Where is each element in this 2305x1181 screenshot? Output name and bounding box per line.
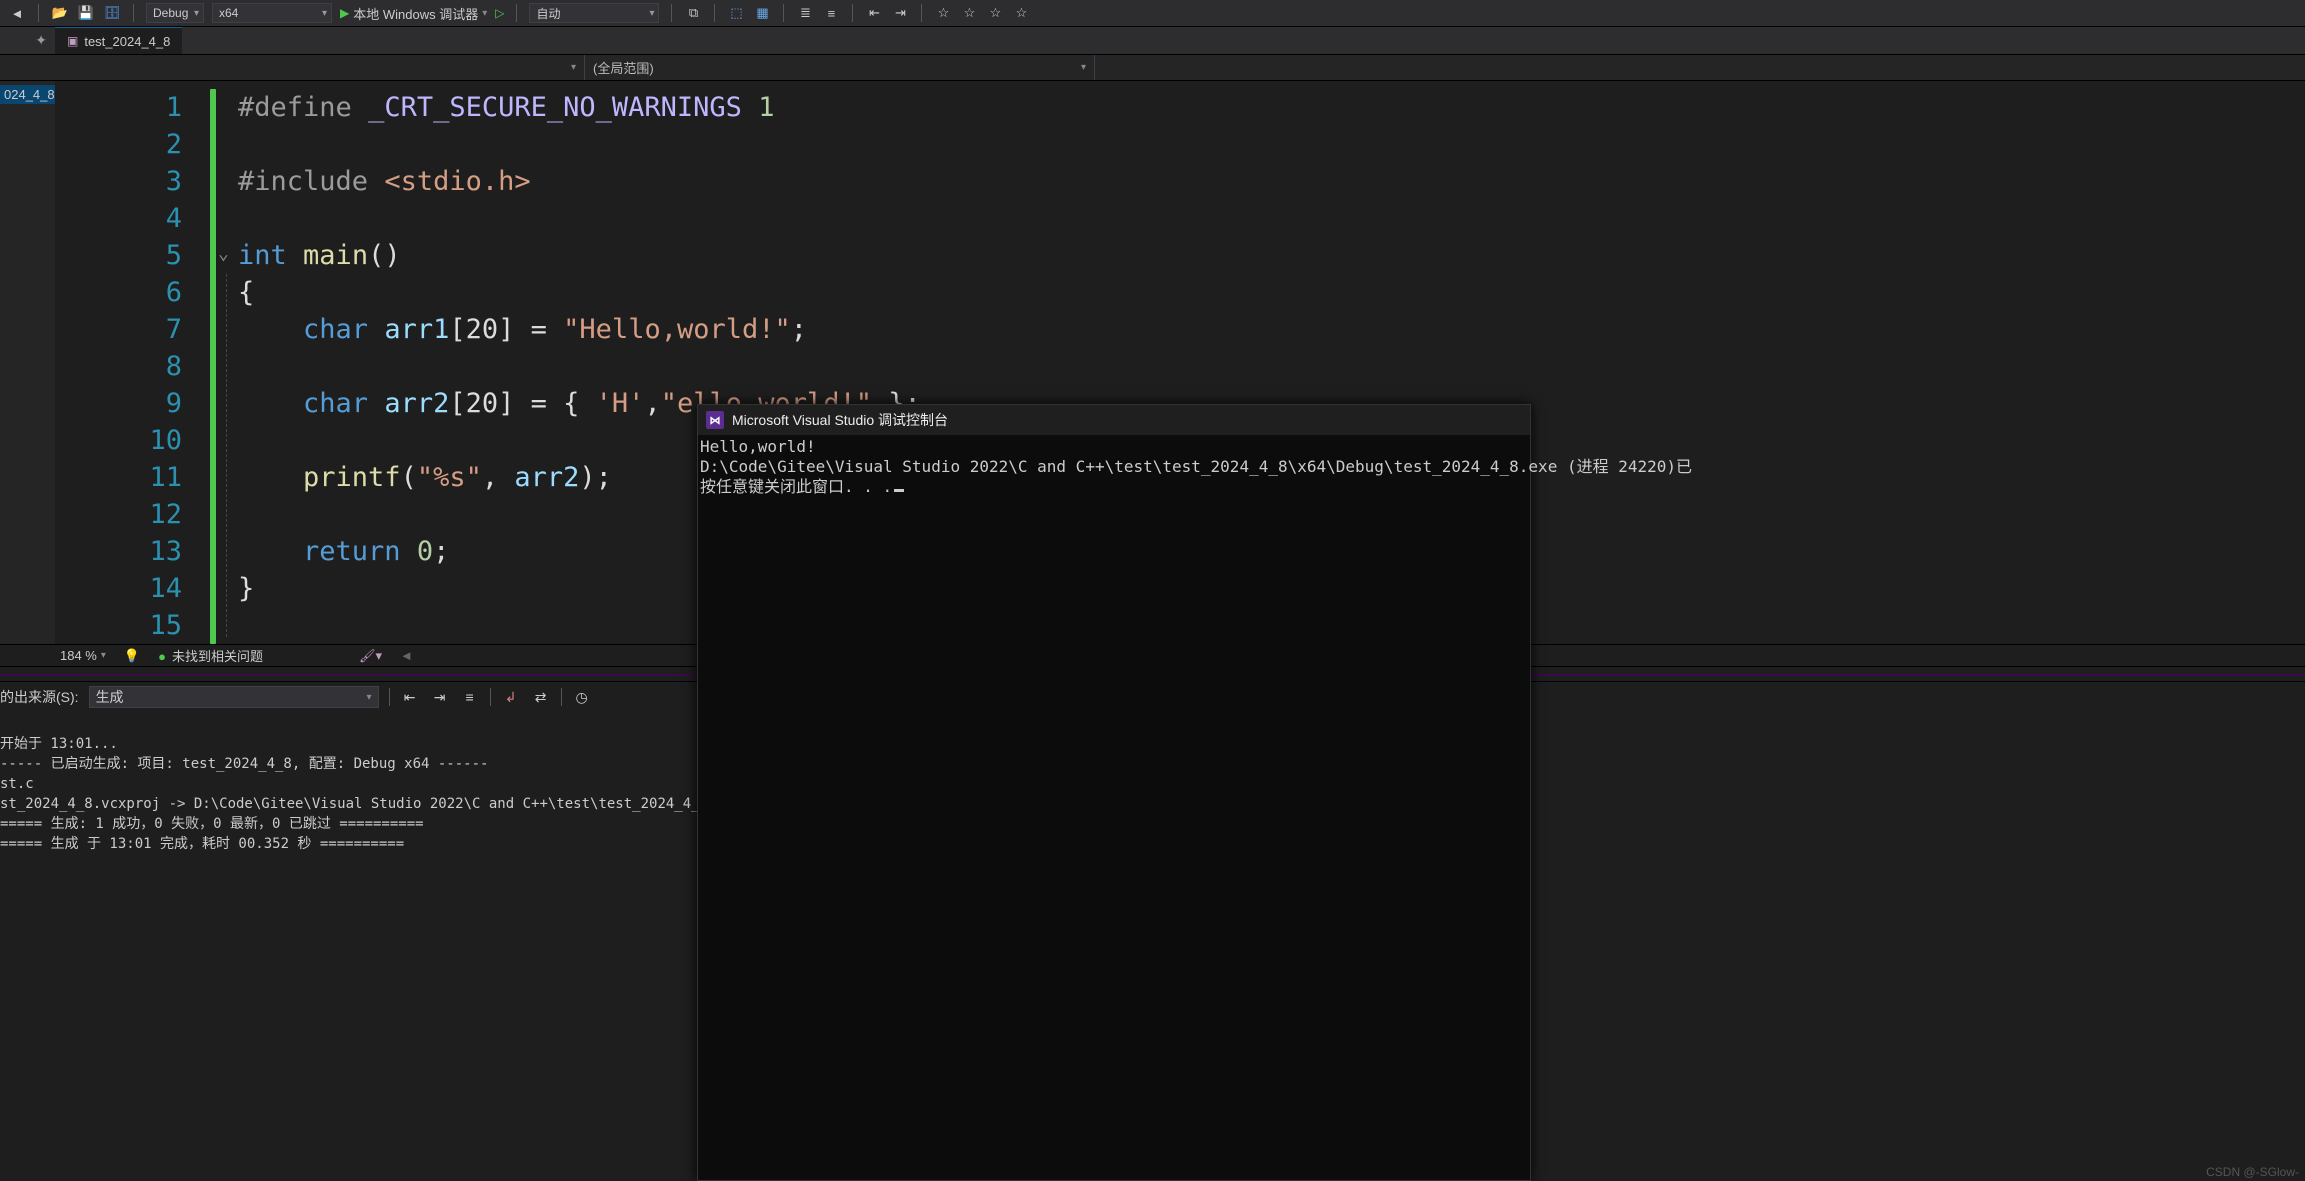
line-number-gutter: 123 456 789 101112 131415: [55, 81, 210, 644]
auto-value: 自动: [536, 5, 560, 22]
run-debugger-button[interactable]: ▶ 本地 Windows 调试器 ▾: [340, 4, 487, 23]
file-tab-label: test_2024_4_8: [84, 34, 170, 49]
run-label: 本地 Windows 调试器: [353, 4, 478, 23]
scroll-left-icon[interactable]: ◄: [400, 648, 413, 663]
console-cursor: [894, 489, 904, 492]
config-dropdown[interactable]: Debug: [146, 3, 204, 23]
platform-dropdown[interactable]: x64: [212, 3, 332, 23]
project-scope-dropdown[interactable]: [55, 55, 585, 80]
debug-console-window[interactable]: ⋈ Microsoft Visual Studio 调试控制台 Hello,wo…: [697, 404, 1531, 1181]
scope-dropdown[interactable]: (全局范围): [585, 55, 1095, 80]
clear-output-icon[interactable]: ≡: [460, 687, 480, 707]
layout-icon-2[interactable]: ▦: [753, 4, 771, 22]
bookmark-clear-icon[interactable]: ☆: [1012, 4, 1030, 22]
nav-back-icon[interactable]: ◄: [8, 4, 26, 22]
bookmark-icon[interactable]: ☆: [934, 4, 952, 22]
issues-status[interactable]: 未找到相关问题: [158, 646, 263, 665]
output-source-label: 的出来源(S):: [0, 687, 79, 707]
zoom-dropdown[interactable]: 184 %: [60, 648, 106, 663]
play-icon: ▶: [340, 6, 349, 20]
toggle-icon-1[interactable]: ⇄: [531, 687, 551, 707]
sidebar-toggle-icon[interactable]: ✦: [0, 27, 55, 54]
format-icon[interactable]: 🖌▾: [359, 648, 382, 664]
output-source-value: 生成: [96, 687, 124, 707]
platform-value: x64: [219, 6, 238, 20]
file-tab-active[interactable]: ▣ test_2024_4_8: [55, 27, 182, 54]
cpp-file-icon: ▣: [67, 34, 78, 48]
project-node[interactable]: 024_4_8: [0, 85, 55, 104]
indent-right-icon[interactable]: ≡: [822, 4, 840, 22]
watermark-text: CSDN @-SGlow-: [2206, 1165, 2299, 1179]
console-output[interactable]: Hello,world! D:\Code\Gitee\Visual Studio…: [698, 435, 1530, 499]
outdent-icon[interactable]: ⇤: [865, 4, 883, 22]
scope-text: (全局范围): [593, 58, 654, 77]
config-value: Debug: [153, 6, 188, 20]
clock-icon[interactable]: ◷: [572, 687, 592, 707]
code-nav-bar: (全局范围): [0, 55, 2305, 81]
bookmark-prev-icon[interactable]: ☆: [960, 4, 978, 22]
play-no-debug-icon[interactable]: ▷: [495, 6, 504, 20]
fold-chevron-icon[interactable]: ⌄: [218, 243, 229, 264]
zoom-value: 184 %: [60, 648, 97, 663]
goto-prev-icon[interactable]: ⇤: [400, 687, 420, 707]
indent-icon[interactable]: ⇥: [891, 4, 909, 22]
wrap-toggle-icon[interactable]: ↲: [501, 687, 521, 707]
goto-next-icon[interactable]: ⇥: [430, 687, 450, 707]
vs-logo-icon: ⋈: [706, 411, 724, 429]
main-toolbar: ◄ 📂 💾 🗄 Debug x64 ▶ 本地 Windows 调试器 ▾ ▷ 自…: [0, 0, 2305, 27]
indent-left-icon[interactable]: ≣: [796, 4, 814, 22]
lightbulb-icon[interactable]: 💡: [124, 648, 140, 664]
bookmark-next-icon[interactable]: ☆: [986, 4, 1004, 22]
indent-guide: [226, 274, 227, 637]
output-source-dropdown[interactable]: 生成: [89, 686, 379, 708]
save-icon[interactable]: 💾: [77, 4, 95, 22]
document-tab-bar: ✦ ▣ test_2024_4_8: [0, 27, 2305, 55]
fold-column[interactable]: ⌄: [216, 81, 238, 644]
save-all-icon[interactable]: 🗄: [103, 4, 121, 22]
auto-dropdown[interactable]: 自动: [529, 3, 659, 23]
console-titlebar[interactable]: ⋈ Microsoft Visual Studio 调试控制台: [698, 405, 1530, 435]
solution-explorer-stub[interactable]: 024_4_8: [0, 81, 55, 644]
console-title-text: Microsoft Visual Studio 调试控制台: [732, 410, 948, 430]
stack-icon[interactable]: ⧉: [684, 4, 702, 22]
open-icon[interactable]: 📂: [51, 4, 69, 22]
layout-icon-1[interactable]: ⬚: [727, 4, 745, 22]
